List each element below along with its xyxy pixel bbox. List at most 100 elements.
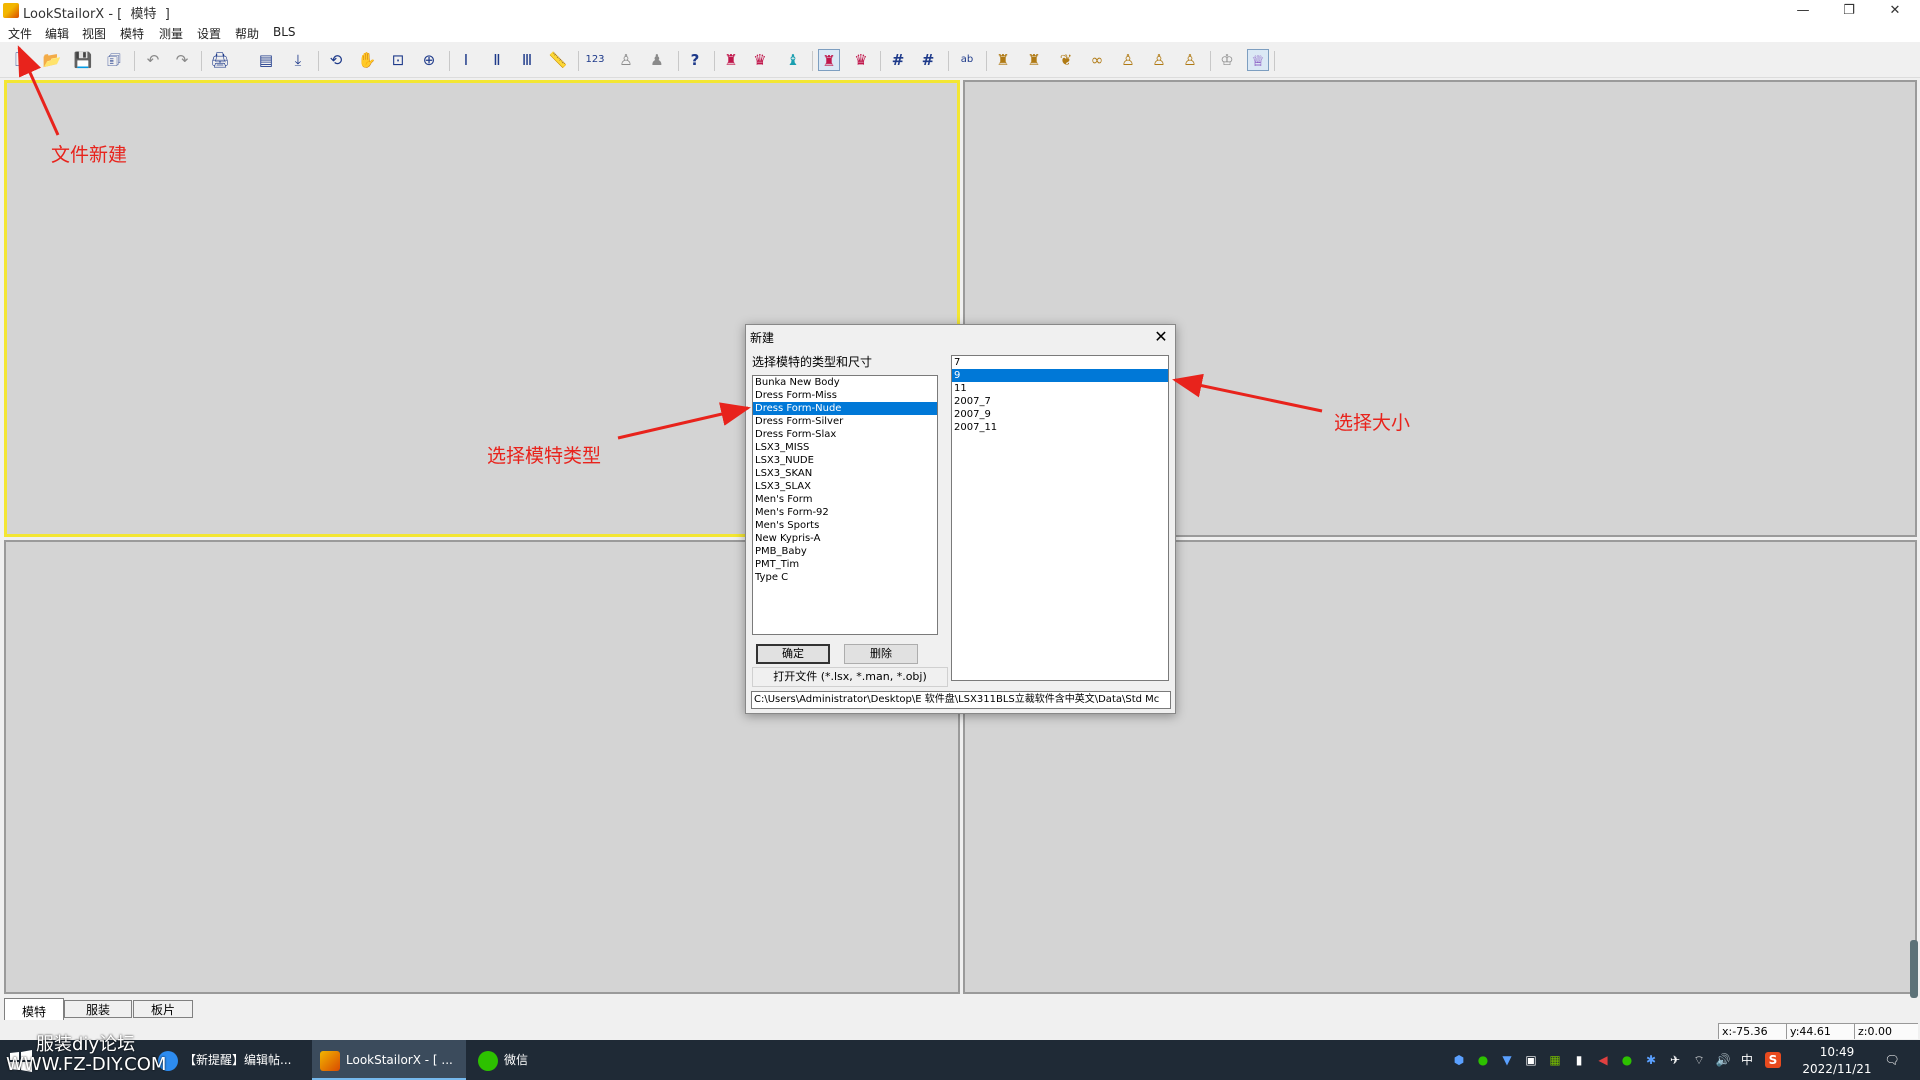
model-type-item[interactable]: Men's Form (753, 493, 937, 506)
tray-security-icon[interactable]: ▣ (1523, 1052, 1539, 1068)
measure-vertical-alt-icon[interactable]: Ⅱ (486, 49, 508, 71)
model-type-item[interactable]: Men's Form-92 (753, 506, 937, 519)
bluetooth-icon[interactable]: ✱ (1643, 1052, 1659, 1068)
clock-date[interactable]: 2022/11/21 (1792, 1062, 1882, 1076)
dress-form-icon[interactable]: ♕ (1247, 49, 1269, 71)
measure-vertical-icon[interactable]: Ⅰ (455, 49, 477, 71)
figure-icon[interactable]: ♙ (1117, 49, 1139, 71)
clock-time[interactable]: 10:49 (1812, 1045, 1862, 1059)
bust-icon[interactable]: ❦ (1055, 49, 1077, 71)
model-type-item[interactable]: LSX3_MISS (753, 441, 937, 454)
save-icon[interactable]: 💾 (72, 49, 94, 71)
tray-speaker-app-icon[interactable]: ◀ (1595, 1052, 1611, 1068)
menu-view[interactable]: 视图 (82, 25, 106, 42)
model-type-item[interactable]: Dress Form-Nude (753, 402, 937, 415)
body-front-icon[interactable]: ♙ (615, 49, 637, 71)
model-type-item[interactable]: Dress Form-Slax (753, 428, 937, 441)
dress-red-alt-icon[interactable]: ♛ (749, 49, 771, 71)
print-icon[interactable]: 🖨 (209, 49, 231, 71)
tray-device-icon[interactable]: ▮ (1571, 1052, 1587, 1068)
rotate-icon[interactable]: ⟲ (325, 49, 347, 71)
menu-file[interactable]: 文件 (8, 25, 32, 42)
body-back-icon[interactable]: ♟ (646, 49, 668, 71)
tray-shield-icon[interactable]: ▼ (1499, 1052, 1515, 1068)
tray-input-icon[interactable]: ✈ (1667, 1052, 1683, 1068)
measure-levels-icon[interactable]: Ⅲ (516, 49, 538, 71)
pan-hand-icon[interactable]: ✋ (356, 49, 378, 71)
menu-measure[interactable]: 测量 (159, 25, 183, 42)
menu-settings[interactable]: 设置 (197, 25, 221, 42)
model-type-item[interactable]: New Kypris-A (753, 532, 937, 545)
dialog-close-icon[interactable]: ✕ (1150, 327, 1172, 347)
side-scroll-handle[interactable] (1910, 940, 1918, 998)
tray-wechat-icon[interactable]: ● (1475, 1052, 1491, 1068)
redo-icon[interactable]: ↷ (171, 49, 193, 71)
taskbar-browser[interactable]: 【新提醒】编辑帖... (158, 1040, 308, 1080)
model-size-item[interactable]: 2007_7 (952, 395, 1168, 408)
minimize-button[interactable]: — (1780, 0, 1826, 22)
open-folder-icon[interactable]: 📂 (41, 49, 63, 71)
path-field[interactable]: C:\Users\Administrator\Desktop\E 软件盘\LSX… (751, 691, 1171, 709)
sogou-ime-icon[interactable]: S (1765, 1052, 1781, 1068)
delete-button[interactable]: 删除 (844, 644, 918, 664)
model-type-item[interactable]: Type C (753, 571, 937, 584)
ime-indicator[interactable]: 中 (1739, 1052, 1755, 1068)
model-size-item[interactable]: 2007_11 (952, 421, 1168, 434)
model-type-item[interactable]: LSX3_NUDE (753, 454, 937, 467)
text-label-icon[interactable]: ab (956, 49, 978, 71)
model-type-item[interactable]: Dress Form-Miss (753, 389, 937, 402)
export-icon[interactable]: ⤓ (287, 49, 309, 71)
menu-bls[interactable]: BLS (273, 25, 296, 39)
number-icon[interactable]: 123 (584, 49, 606, 71)
figure-alt-icon[interactable]: ♙ (1148, 49, 1170, 71)
tab-model[interactable]: 模特 (4, 998, 64, 1020)
taskbar-wechat[interactable]: 微信 (478, 1040, 624, 1080)
notification-icon[interactable]: 🗨 (1884, 1052, 1900, 1068)
dress-red-icon[interactable]: ♜ (720, 49, 742, 71)
volume-icon[interactable]: 🔊 (1715, 1052, 1731, 1068)
undo-icon[interactable]: ↶ (142, 49, 164, 71)
torso-alt-icon[interactable]: ♜ (1023, 49, 1045, 71)
menu-edit[interactable]: 编辑 (45, 25, 69, 42)
maximize-button[interactable]: ❐ (1826, 0, 1872, 22)
taskbar-lookstailorx[interactable]: LookStailorX - [ ... (312, 1040, 466, 1080)
model-type-item[interactable]: Dress Form-Silver (753, 415, 937, 428)
model-size-item[interactable]: 9 (952, 369, 1168, 382)
tray-green-icon[interactable]: ● (1619, 1052, 1635, 1068)
shirt-icon[interactable]: ♔ (1216, 49, 1238, 71)
ruler-icon[interactable]: 📏 (547, 49, 569, 71)
model-type-item[interactable]: LSX3_SLAX (753, 480, 937, 493)
dress-cyan-icon[interactable]: ♝ (782, 49, 804, 71)
tab-garment[interactable]: 服装 (64, 1000, 132, 1018)
model-size-item[interactable]: 7 (952, 356, 1168, 369)
menu-help[interactable]: 帮助 (235, 25, 259, 42)
torso-icon[interactable]: ♜ (992, 49, 1014, 71)
menu-model[interactable]: 模特 (120, 25, 144, 42)
wifi-icon[interactable]: ⌔ (1691, 1052, 1707, 1068)
window-icon[interactable]: ▤ (255, 49, 277, 71)
zoom-window-icon[interactable]: ⊡ (387, 49, 409, 71)
model-size-item[interactable]: 11 (952, 382, 1168, 395)
tray-nvidia-icon[interactable]: ▦ (1547, 1052, 1563, 1068)
grid-icon[interactable]: # (887, 49, 909, 71)
open-file-button[interactable]: 打开文件 (*.lsx, *.man, *.obj) (752, 667, 948, 687)
tray-app-icon[interactable]: ⬢ (1451, 1052, 1467, 1068)
ring-icon[interactable]: ∞ (1086, 49, 1108, 71)
close-window-button[interactable]: ✕ (1872, 0, 1918, 22)
zoom-icon[interactable]: ⊕ (418, 49, 440, 71)
model-size-item[interactable]: 2007_9 (952, 408, 1168, 421)
model-size-list[interactable]: 7 9 11 2007_7 2007_9 2007_11 (951, 355, 1169, 681)
grid-fine-icon[interactable]: # (917, 49, 939, 71)
figure-full-icon[interactable]: ♙ (1179, 49, 1201, 71)
model-type-item[interactable]: Bunka New Body (753, 376, 937, 389)
new-file-icon[interactable]: 🗋 (10, 49, 32, 71)
model-type-item[interactable]: PMB_Baby (753, 545, 937, 558)
model-type-list[interactable]: Bunka New Body Dress Form-Miss Dress Form-… (752, 375, 938, 635)
tab-pattern[interactable]: 板片 (133, 1000, 193, 1018)
ok-button[interactable]: 确定 (756, 644, 830, 664)
model-type-item[interactable]: LSX3_SKAN (753, 467, 937, 480)
model-type-item[interactable]: Men's Sports (753, 519, 937, 532)
model-type-item[interactable]: PMT_Tim (753, 558, 937, 571)
skirt-red-icon[interactable]: ♜ (818, 49, 840, 71)
save-as-icon[interactable]: 🗊 (103, 49, 125, 71)
